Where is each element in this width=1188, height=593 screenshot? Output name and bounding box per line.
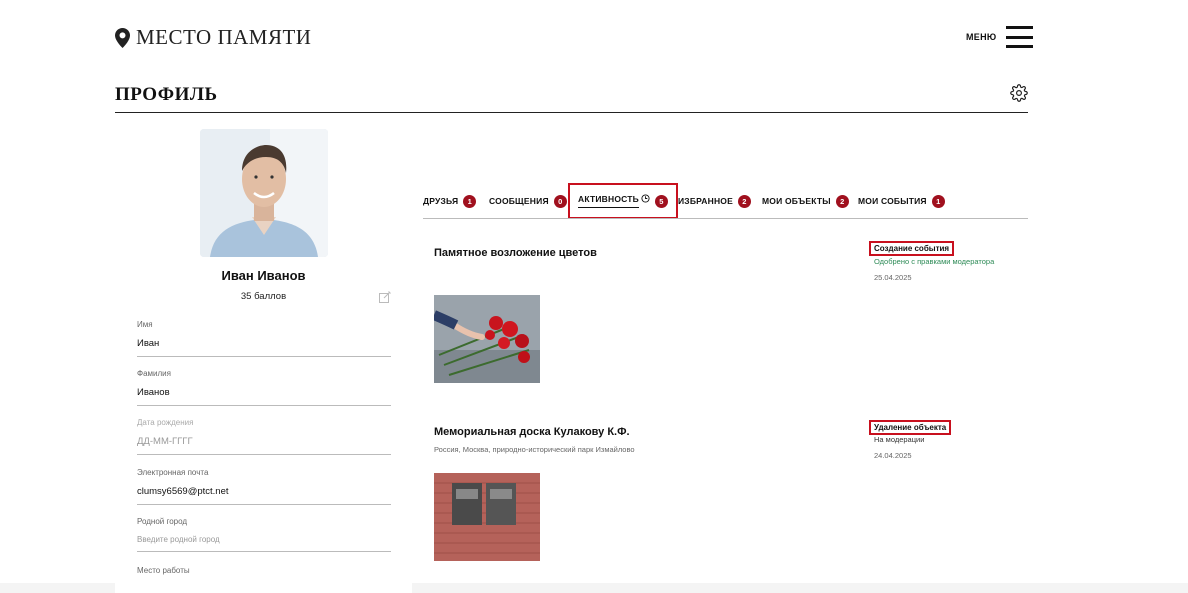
tab-my-events[interactable]: МОИ СОБЫТИЯ 1 <box>858 184 945 218</box>
activity-type-badge: Удаление объекта <box>869 420 952 435</box>
tab-friends[interactable]: ДРУЗЬЯ 1 <box>423 184 477 218</box>
tab-label: МОИ ОБЪЕКТЫ <box>762 196 831 206</box>
activity-status: На модерации <box>874 435 925 444</box>
tab-activity[interactable]: АКТИВНОСТЬ 5 <box>568 183 678 219</box>
activity-image[interactable] <box>434 473 540 561</box>
tab-count-badge: 0 <box>553 194 567 208</box>
activity-title[interactable]: Мемориальная доска Кулакову К.Ф. <box>434 426 630 438</box>
tab-count-badge: 2 <box>737 194 751 208</box>
activity-card[interactable]: Мемориальная доска Кулакову К.Ф. Россия,… <box>423 413 1028 575</box>
field-label: Фамилия <box>137 369 171 378</box>
site-logo[interactable]: МЕСТО ПАМЯТИ <box>115 25 311 50</box>
logo-text: МЕСТО ПАМЯТИ <box>136 25 312 49</box>
field-value[interactable]: clumsy6569@ptct.net <box>137 486 391 497</box>
title-divider <box>115 112 1028 113</box>
tab-label: ИЗБРАННОЕ <box>678 196 733 206</box>
profile-tabs: ДРУЗЬЯ 1 СООБЩЕНИЯ 0 АКТИВНОСТЬ 5 ИЗБРАН… <box>423 183 1028 219</box>
tab-count-badge: 1 <box>463 194 477 208</box>
field-underline <box>137 454 391 455</box>
email-field[interactable]: Электронная почта clumsy6569@ptct.net <box>137 468 391 505</box>
field-value[interactable]: Иванов <box>137 387 391 398</box>
hamburger-icon <box>1006 26 1034 48</box>
field-label: Родной город <box>137 517 188 526</box>
first-name-field[interactable]: Имя Иван <box>137 320 391 357</box>
activity-card[interactable]: Памятное возложение цветов Создание собы… <box>423 235 1028 397</box>
field-label: Электронная почта <box>137 468 209 477</box>
avatar[interactable] <box>200 129 328 257</box>
activity-type-badge: Создание события <box>869 241 955 256</box>
field-placeholder[interactable]: ДД-ММ-ГГГГ <box>137 436 391 447</box>
workplace-field[interactable]: Место работы <box>137 566 391 575</box>
tab-count-badge: 2 <box>835 194 849 208</box>
activity-date: 24.04.2025 <box>874 451 912 460</box>
edit-icon <box>379 291 391 303</box>
field-underline <box>137 405 391 406</box>
tab-messages[interactable]: СООБЩЕНИЯ 0 <box>489 184 567 218</box>
tab-count-badge: 5 <box>654 194 668 208</box>
field-label: Имя <box>137 320 153 329</box>
tab-count-badge: 1 <box>931 194 945 208</box>
clock-icon <box>641 193 650 203</box>
settings-button[interactable] <box>1010 84 1028 107</box>
field-underline <box>137 504 391 505</box>
user-name: Иван Иванов <box>221 268 306 283</box>
last-name-field[interactable]: Фамилия Иванов <box>137 369 391 406</box>
gear-icon <box>1010 84 1028 102</box>
tab-label: АКТИВНОСТЬ <box>578 194 639 208</box>
activity-title[interactable]: Памятное возложение цветов <box>434 247 597 259</box>
tab-label: ДРУЗЬЯ <box>423 196 459 206</box>
flowers-image <box>434 295 540 383</box>
location-pin-icon <box>115 27 130 48</box>
tab-my-objects[interactable]: МОИ ОБЪЕКТЫ 2 <box>762 184 849 218</box>
tabs-divider <box>423 218 1028 219</box>
field-value[interactable]: Иван <box>137 338 391 349</box>
tab-label: СООБЩЕНИЯ <box>489 196 549 206</box>
activity-location: Россия, Москва, природно-исторический па… <box>434 445 635 454</box>
field-underline <box>137 551 391 552</box>
user-points: 35 баллов <box>240 291 287 302</box>
tab-favorites[interactable]: ИЗБРАННОЕ 2 <box>678 184 751 218</box>
activity-status: Одобрено с правками модератора <box>874 257 995 266</box>
menu-button[interactable]: МЕНЮ <box>966 26 1034 48</box>
field-underline <box>137 356 391 357</box>
activity-date: 25.04.2025 <box>874 273 912 282</box>
field-label: Место работы <box>137 566 190 575</box>
edit-profile-button[interactable] <box>379 290 391 308</box>
field-label: Дата рождения <box>137 418 194 427</box>
birth-date-field[interactable]: Дата рождения ДД-ММ-ГГГГ <box>137 418 391 455</box>
field-placeholder[interactable]: Введите родной город <box>137 535 391 544</box>
hometown-field[interactable]: Родной город Введите родной город <box>137 517 391 552</box>
page-title: ПРОФИЛЬ <box>115 84 218 105</box>
avatar-image <box>200 129 328 257</box>
memorial-plaque-image <box>434 473 540 561</box>
menu-label: МЕНЮ <box>966 32 997 42</box>
tab-label: МОИ СОБЫТИЯ <box>858 196 927 206</box>
activity-image[interactable] <box>434 295 540 383</box>
